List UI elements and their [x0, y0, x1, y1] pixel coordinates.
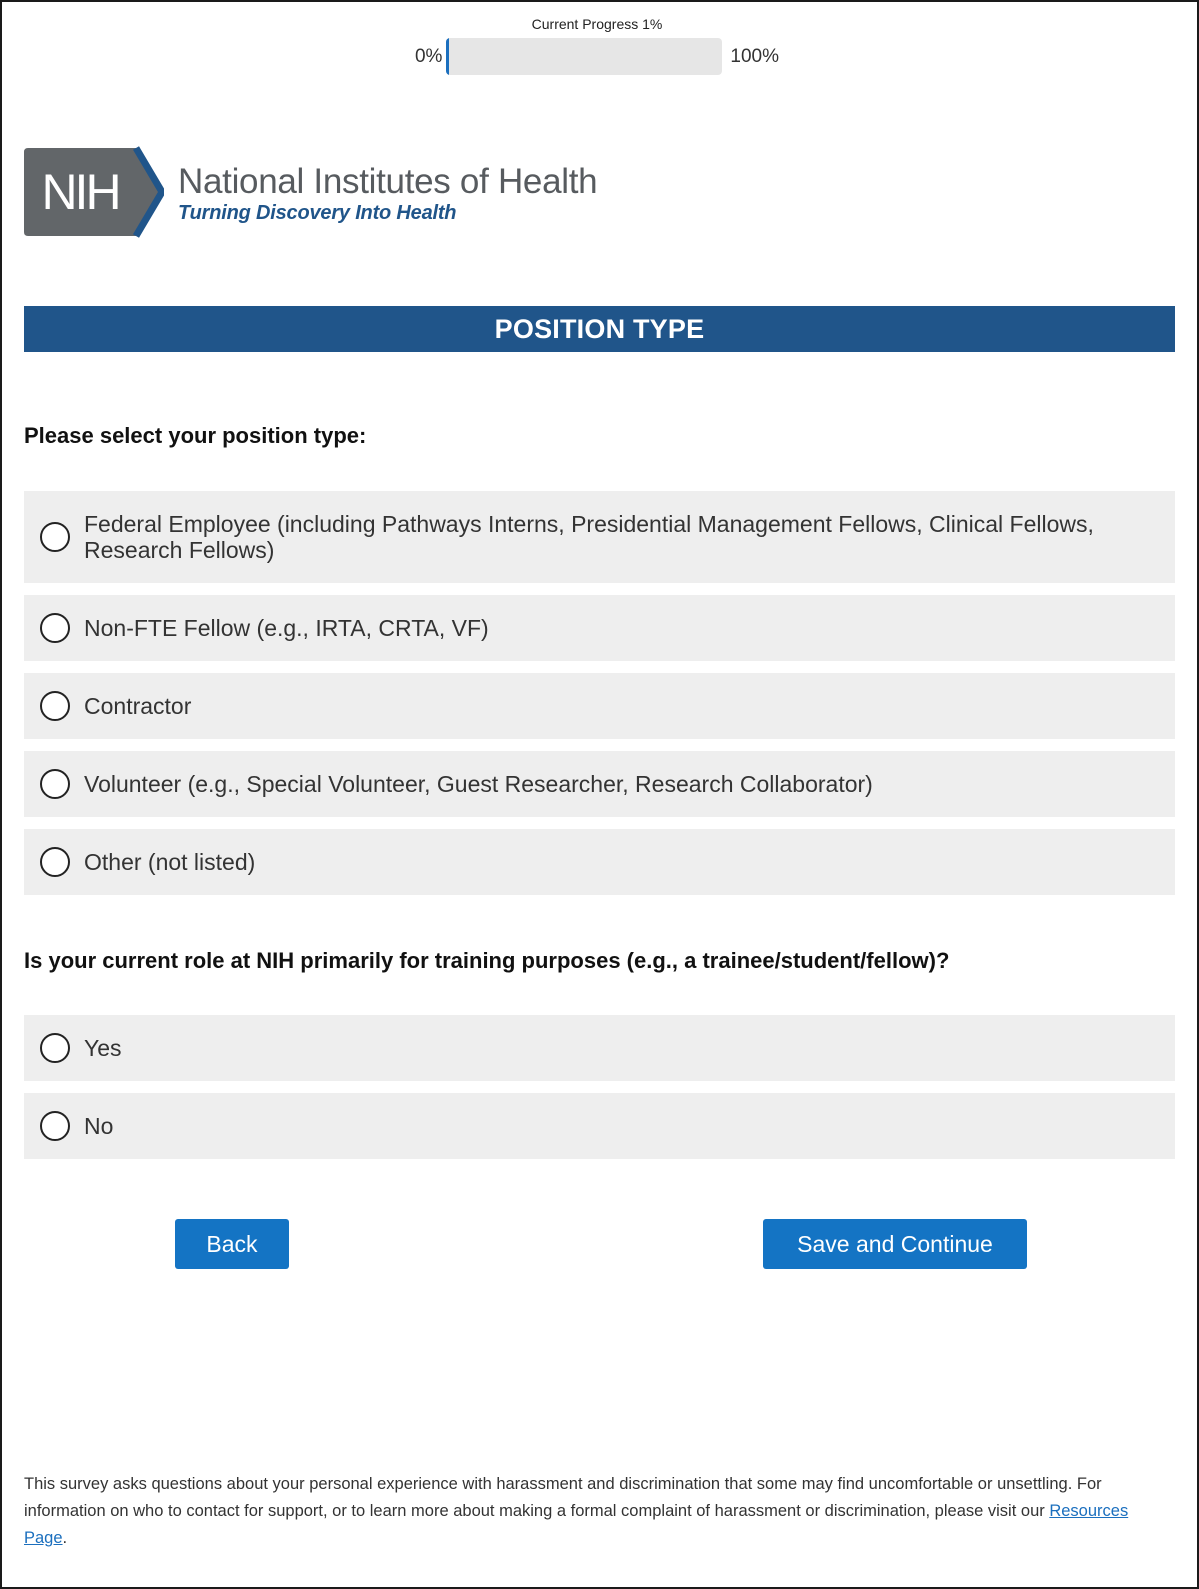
option-federal-employee[interactable]: Federal Employee (including Pathways Int…	[24, 491, 1175, 583]
option-contractor[interactable]: Contractor	[24, 673, 1175, 739]
option-label: Yes	[84, 1035, 122, 1061]
footer-trailing: .	[62, 1529, 68, 1547]
logo-tagline: Turning Discovery Into Health	[178, 202, 457, 224]
option-label: No	[84, 1113, 114, 1139]
back-button[interactable]: Back	[175, 1219, 289, 1269]
save-and-continue-button[interactable]: Save and Continue	[763, 1219, 1027, 1269]
question-training-role: Is your current role at NIH primarily fo…	[24, 948, 950, 973]
progress-bar-row: 0% 100%	[2, 38, 1192, 75]
radio-button[interactable]	[40, 522, 70, 552]
option-label: Volunteer (e.g., Special Volunteer, Gues…	[84, 771, 873, 797]
option-label: Other (not listed)	[84, 849, 256, 875]
progress-max-label: 100%	[730, 45, 780, 67]
option-yes[interactable]: Yes	[24, 1015, 1175, 1081]
progress-track	[446, 38, 723, 75]
footer-notice: This survey asks questions about your pe…	[24, 1471, 1174, 1552]
radio-button[interactable]	[40, 1033, 70, 1063]
question-position-type: Please select your position type:	[24, 423, 367, 448]
nih-logo-mark-text: NIH	[41, 164, 118, 220]
option-non-fte-fellow[interactable]: Non-FTE Fellow (e.g., IRTA, CRTA, VF)	[24, 595, 1175, 661]
option-label: Contractor	[84, 693, 192, 719]
nih-logo: NIH National Institutes of Health Turnin…	[24, 146, 598, 238]
logo-text: National Institutes of Health Turning Di…	[178, 162, 598, 225]
option-label: Non-FTE Fellow (e.g., IRTA, CRTA, VF)	[84, 615, 489, 641]
option-label: Federal Employee (including Pathways Int…	[84, 511, 1094, 563]
logo-name: National Institutes of Health	[178, 162, 598, 201]
section-header: POSITION TYPE	[24, 306, 1175, 352]
option-volunteer[interactable]: Volunteer (e.g., Special Volunteer, Gues…	[24, 751, 1175, 817]
survey-page: Current Progress 1% 0% 100% NIH National…	[0, 0, 1199, 1589]
radio-button[interactable]	[40, 613, 70, 643]
progress-title: Current Progress 1%	[531, 16, 663, 32]
option-no[interactable]: No	[24, 1093, 1175, 1159]
progress-min-label: 0%	[414, 45, 443, 67]
option-other[interactable]: Other (not listed)	[24, 829, 1175, 895]
radio-button[interactable]	[40, 691, 70, 721]
radio-button[interactable]	[40, 769, 70, 799]
radio-button[interactable]	[40, 1111, 70, 1141]
nih-logo-mark: NIH	[24, 146, 164, 238]
footer-text: This survey asks questions about your pe…	[24, 1475, 1102, 1520]
progress-fill	[446, 38, 450, 75]
radio-button[interactable]	[40, 847, 70, 877]
